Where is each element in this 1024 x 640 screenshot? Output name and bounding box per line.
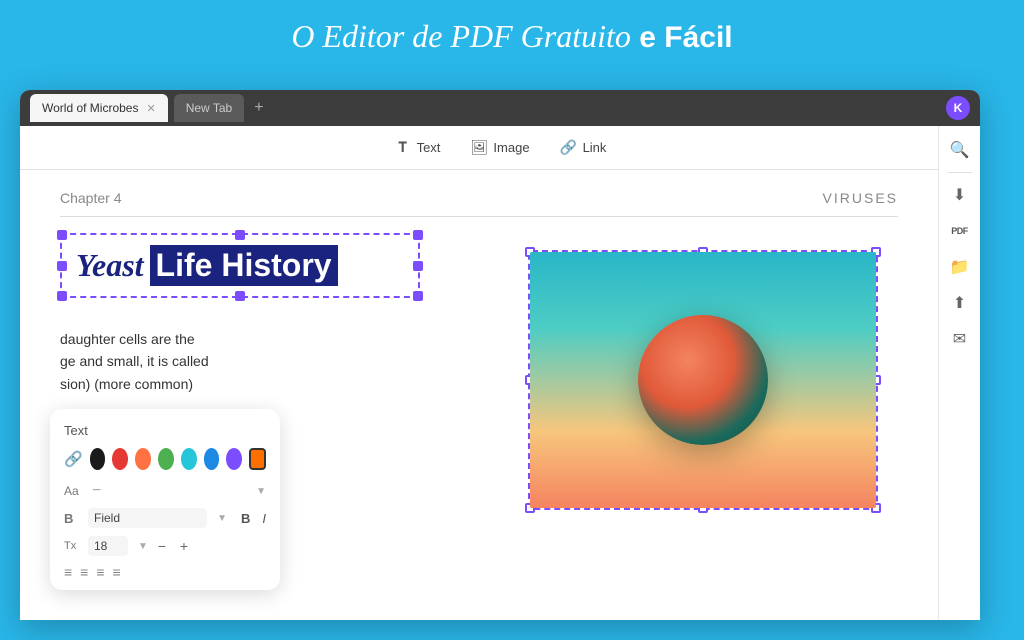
- handle-bm[interactable]: [235, 291, 245, 301]
- title-highlight-part: Life History: [150, 245, 338, 286]
- size-decrease-button[interactable]: −: [154, 538, 170, 554]
- color-row: 🔗: [64, 448, 266, 470]
- font-size-minus[interactable]: −: [92, 482, 101, 500]
- size-label: Tx: [64, 540, 82, 552]
- align-row: ≡ ≡ ≡ ≡: [64, 564, 266, 580]
- body-line-3: sion) (more common): [60, 373, 500, 395]
- header-normal: e Fácil: [631, 21, 733, 54]
- tab-world-of-microbes[interactable]: World of Microbes ✕: [30, 94, 168, 122]
- right-sidebar: 🔍 ⬇ PDF 📁 ⬆ ✉: [938, 126, 980, 620]
- color-red[interactable]: [112, 448, 128, 470]
- download-sidebar-button[interactable]: ⬇: [944, 179, 976, 211]
- body-line-1: daughter cells are the: [60, 328, 500, 350]
- handle-lm[interactable]: [57, 261, 67, 271]
- new-tab-button[interactable]: +: [254, 99, 263, 117]
- field-dropdown-arrow[interactable]: ▼: [217, 513, 227, 524]
- handle-tm[interactable]: [235, 230, 245, 240]
- handle-tr[interactable]: [413, 230, 423, 240]
- sphere-image: [530, 252, 876, 508]
- font-size-dropdown-arrow[interactable]: ▼: [256, 486, 266, 497]
- color-purple[interactable]: [226, 448, 242, 470]
- page-header: Chapter 4 VIRUSES: [60, 190, 898, 217]
- color-teal[interactable]: [181, 448, 197, 470]
- text-toolbar-title: Text: [64, 423, 266, 438]
- pdf-sidebar-button[interactable]: PDF: [944, 215, 976, 247]
- browser-toolbar: 𝐓 Text 🖼 Image 🔗 Link: [20, 126, 980, 170]
- body-line-2: ge and small, it is called: [60, 350, 500, 372]
- mail-sidebar-button[interactable]: ✉: [944, 323, 976, 355]
- color-amber[interactable]: [249, 448, 266, 470]
- header-text: O Editor de PDF Gratuito e Fácil: [291, 18, 732, 54]
- text-toolbar-panel: Text 🔗 Aa − ▼ B Fiel: [50, 409, 280, 590]
- align-justify-button[interactable]: ≡: [113, 564, 121, 580]
- sphere-graphic: [638, 315, 768, 445]
- folder-sidebar-button[interactable]: 📁: [944, 251, 976, 283]
- tab-label-2: New Tab: [186, 101, 232, 115]
- bold-label[interactable]: B: [64, 511, 82, 526]
- align-left-button[interactable]: ≡: [64, 564, 72, 580]
- sidebar-divider-1: [948, 172, 972, 173]
- link-icon: 🔗: [560, 139, 578, 157]
- tab-label: World of Microbes: [42, 101, 138, 115]
- app-header: O Editor de PDF Gratuito e Fácil: [0, 0, 1024, 69]
- bold-field-row: B Field ▼ B I: [64, 508, 266, 528]
- title-selection-box[interactable]: Yeast Life History: [60, 233, 420, 298]
- sphere-background: [530, 252, 876, 508]
- handle-bl[interactable]: [57, 291, 67, 301]
- tab-new-tab[interactable]: New Tab: [174, 94, 244, 122]
- image-selection-box[interactable]: [528, 250, 878, 510]
- font-size-label: Aa: [64, 484, 82, 498]
- handle-rm[interactable]: [413, 261, 423, 271]
- field-select[interactable]: Field: [88, 508, 207, 528]
- text-icon: 𝐓: [394, 139, 412, 157]
- color-black[interactable]: [90, 448, 106, 470]
- browser-window: World of Microbes ✕ New Tab + K 𝐓 Text 🖼…: [20, 90, 980, 620]
- link-style-icon[interactable]: 🔗: [64, 448, 83, 470]
- italic-button[interactable]: I: [262, 511, 266, 526]
- tab-close-icon[interactable]: ✕: [146, 102, 155, 115]
- search-sidebar-button[interactable]: 🔍: [944, 134, 976, 166]
- image-icon: 🖼: [470, 139, 488, 157]
- page-title: Yeast Life History: [76, 245, 404, 286]
- link-btn-label: Link: [583, 140, 607, 155]
- text-btn-label: Text: [417, 140, 441, 155]
- size-input[interactable]: 18: [88, 536, 128, 556]
- content-area: Chapter 4 VIRUSES Yeast Life History dau…: [20, 170, 938, 620]
- link-tool-button[interactable]: 🔗 Link: [560, 139, 607, 157]
- image-tool-button[interactable]: 🖼 Image: [470, 139, 529, 157]
- body-text: daughter cells are the ge and small, it …: [60, 328, 500, 395]
- align-center-button[interactable]: ≡: [80, 564, 88, 580]
- font-size-row: Aa − ▼: [64, 482, 266, 500]
- size-increase-button[interactable]: +: [176, 538, 192, 554]
- color-orange[interactable]: [135, 448, 151, 470]
- handle-tl[interactable]: [57, 230, 67, 240]
- bold-button[interactable]: B: [241, 511, 250, 526]
- align-right-button[interactable]: ≡: [96, 564, 104, 580]
- color-blue[interactable]: [204, 448, 220, 470]
- image-btn-label: Image: [493, 140, 529, 155]
- header-italic: O Editor de PDF Gratuito: [291, 18, 631, 54]
- share-sidebar-button[interactable]: ⬆: [944, 287, 976, 319]
- text-tool-button[interactable]: 𝐓 Text: [394, 139, 441, 157]
- avatar: K: [946, 96, 970, 120]
- title-italic-part: Yeast: [76, 247, 144, 284]
- viruses-label: VIRUSES: [823, 190, 898, 206]
- size-dropdown-arrow[interactable]: ▼: [138, 541, 148, 552]
- color-green[interactable]: [158, 448, 174, 470]
- chapter-label: Chapter 4: [60, 190, 121, 206]
- size-row: Tx 18 ▼ − +: [64, 536, 266, 556]
- handle-br[interactable]: [413, 291, 423, 301]
- browser-titlebar: World of Microbes ✕ New Tab + K: [20, 90, 980, 126]
